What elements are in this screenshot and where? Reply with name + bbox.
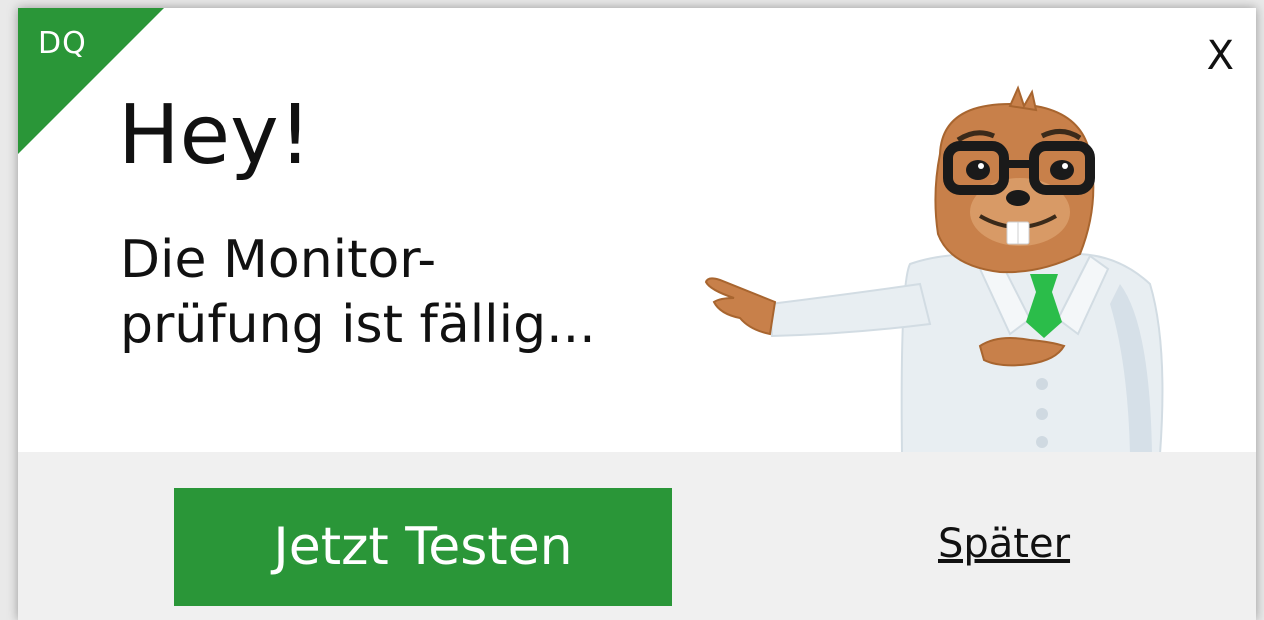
message-line-2: prüfung ist fällig...	[120, 295, 596, 355]
later-link[interactable]: Später	[938, 514, 1070, 574]
popup-footer: Jetzt Testen Später	[18, 452, 1256, 620]
popup-headline: Hey!	[118, 88, 312, 183]
popup-message: Die Monitor- prüfung ist fällig...	[120, 228, 720, 358]
brand-badge-label: DQ	[38, 26, 87, 61]
groundhog-doctor-mascot-icon	[704, 85, 1164, 454]
reminder-popup: DQ X Hey! Die Monitor- prüfung ist fälli…	[18, 8, 1256, 620]
popup-frame: DQ X Hey! Die Monitor- prüfung ist fälli…	[0, 0, 1264, 620]
close-icon[interactable]: X	[1207, 33, 1234, 79]
close-button[interactable]: X	[1207, 34, 1234, 78]
test-now-button[interactable]: Jetzt Testen	[174, 488, 672, 606]
message-line-1: Die Monitor-	[120, 230, 437, 290]
